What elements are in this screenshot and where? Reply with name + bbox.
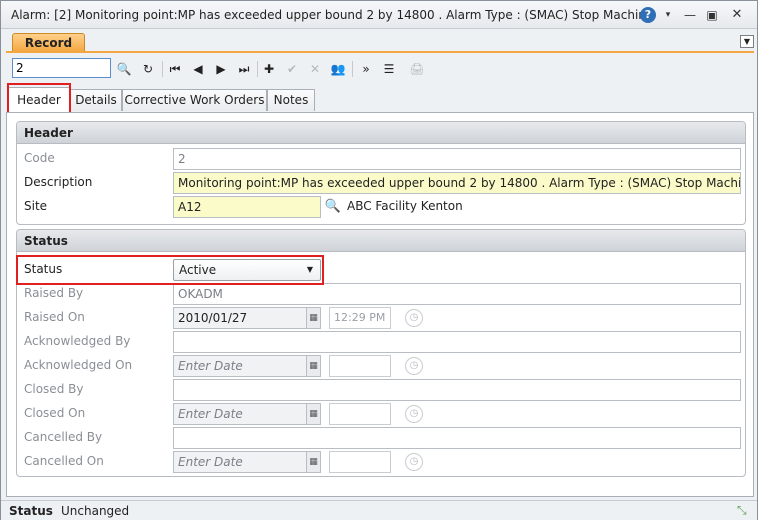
raised-by-row: Raised By OKADM <box>17 282 745 306</box>
statusbar-label: Status <box>9 504 53 518</box>
raised-on-label: Raised On <box>24 310 85 324</box>
code-field: 2 <box>173 148 741 170</box>
confirm-icon[interactable]: ✔ <box>282 59 302 79</box>
cancelled-on-date-field[interactable]: Enter Date <box>173 451 307 473</box>
closed-on-time-field[interactable] <box>329 403 391 425</box>
acknowledged-on-row: Acknowledged On Enter Date ▦ ◷ <box>17 354 745 378</box>
calendar-icon[interactable]: ▦ <box>306 403 321 425</box>
code-row: Code 2 <box>17 147 745 171</box>
status-bar: Status Unchanged ⤡ <box>1 500 757 520</box>
list-view-icon[interactable]: ☰ <box>379 59 399 79</box>
clock-icon[interactable]: ◷ <box>405 453 423 471</box>
cancelled-on-time-field[interactable] <box>329 451 391 473</box>
acknowledged-by-row: Acknowledged By <box>17 330 745 354</box>
site-row: Site A12 🔍 ABC Facility Kenton <box>17 195 745 219</box>
chevron-down-icon[interactable]: ▾ <box>660 7 676 23</box>
users-icon[interactable]: 👥 <box>328 59 348 79</box>
search-icon[interactable]: 🔍 <box>114 59 134 79</box>
acknowledged-on-time-field[interactable] <box>329 355 391 377</box>
calendar-icon[interactable]: ▦ <box>306 355 321 377</box>
close-icon[interactable]: ✕ <box>729 7 745 23</box>
add-icon[interactable]: ✚ <box>259 59 279 79</box>
statusbar-value: Unchanged <box>61 504 130 518</box>
cancelled-by-label: Cancelled By <box>24 430 103 444</box>
calendar-icon[interactable]: ▦ <box>306 451 321 473</box>
tab-corrective-work-orders[interactable]: Corrective Work Orders <box>122 89 267 111</box>
title-bar: Alarm: [2] Monitoring point:MP has excee… <box>1 1 757 29</box>
record-number-input[interactable] <box>12 58 111 78</box>
next-record-icon[interactable]: ▶ <box>211 59 231 79</box>
header-section: Header Code 2 Description Monitoring poi… <box>16 121 746 225</box>
closed-by-label: Closed By <box>24 382 84 396</box>
tab-details[interactable]: Details <box>70 89 122 111</box>
lookup-icon[interactable]: 🔍 <box>324 198 342 216</box>
raised-on-row: Raised On 2010/01/27 ▦ 12:29 PM ◷ <box>17 306 745 330</box>
status-section-title: Status <box>17 230 745 252</box>
code-label: Code <box>24 151 55 165</box>
acknowledged-on-date-field[interactable]: Enter Date <box>173 355 307 377</box>
toolbar-separator <box>352 61 353 77</box>
raised-on-time-field: 12:29 PM <box>329 307 391 329</box>
maximize-icon[interactable]: ▣ <box>704 7 720 23</box>
calendar-icon: ▦ <box>306 307 321 329</box>
last-record-icon[interactable]: ⏭ <box>234 59 254 79</box>
alarm-window: Alarm: [2] Monitoring point:MP has excee… <box>0 0 758 520</box>
acknowledged-by-field[interactable] <box>173 331 741 353</box>
content-panel: Header Code 2 Description Monitoring poi… <box>6 112 754 497</box>
clock-icon: ◷ <box>405 309 423 327</box>
description-field[interactable]: Monitoring point:MP has exceeded upper b… <box>173 172 741 194</box>
closed-on-row: Closed On Enter Date ▦ ◷ <box>17 402 745 426</box>
cancel-icon[interactable]: ✕ <box>305 59 325 79</box>
cancelled-by-field[interactable] <box>173 427 741 449</box>
window-title: Alarm: [2] Monitoring point:MP has excee… <box>11 8 654 22</box>
cancelled-on-label: Cancelled On <box>24 454 104 468</box>
more-actions-icon[interactable]: » <box>356 59 376 79</box>
site-name: ABC Facility Kenton <box>347 199 463 213</box>
refresh-icon[interactable]: ↻ <box>138 59 158 79</box>
toolbar: 🔍 ↻ ⏮ ◀ ▶ ⏭ ✚ ✔ ✕ 👥 » ☰ 🖨 <box>6 53 754 85</box>
previous-record-icon[interactable]: ◀ <box>188 59 208 79</box>
acknowledged-by-label: Acknowledged By <box>24 334 131 348</box>
description-row: Description Monitoring point:MP has exce… <box>17 171 745 195</box>
description-label: Description <box>24 175 93 189</box>
header-tab-highlight <box>7 83 71 115</box>
cancelled-by-row: Cancelled By <box>17 426 745 450</box>
record-tab[interactable]: Record <box>12 33 85 52</box>
menu-arrow-icon[interactable]: ▼ <box>740 35 754 48</box>
status-field-highlight <box>16 255 324 285</box>
raised-by-label: Raised By <box>24 286 84 300</box>
print-icon[interactable]: 🖨 <box>407 59 427 79</box>
closed-on-label: Closed On <box>24 406 86 420</box>
clock-icon[interactable]: ◷ <box>405 357 423 375</box>
site-label: Site <box>24 199 48 213</box>
clock-icon[interactable]: ◷ <box>405 405 423 423</box>
closed-by-field[interactable] <box>173 379 741 401</box>
tab-notes[interactable]: Notes <box>267 89 315 111</box>
header-section-title: Header <box>17 122 745 144</box>
help-icon[interactable]: ? <box>640 7 656 23</box>
resize-grip-icon[interactable]: ⤡ <box>737 503 747 518</box>
closed-on-date-field[interactable]: Enter Date <box>173 403 307 425</box>
site-field[interactable]: A12 <box>173 196 321 218</box>
cancelled-on-row: Cancelled On Enter Date ▦ ◷ <box>17 450 745 474</box>
first-record-icon[interactable]: ⏮ <box>165 59 185 79</box>
raised-on-date-field: 2010/01/27 <box>173 307 307 329</box>
minimize-icon[interactable]: — <box>682 7 698 23</box>
toolbar-separator <box>162 61 163 77</box>
acknowledged-on-label: Acknowledged On <box>24 358 133 372</box>
closed-by-row: Closed By <box>17 378 745 402</box>
toolbar-separator <box>257 61 258 77</box>
raised-by-field: OKADM <box>173 283 741 305</box>
